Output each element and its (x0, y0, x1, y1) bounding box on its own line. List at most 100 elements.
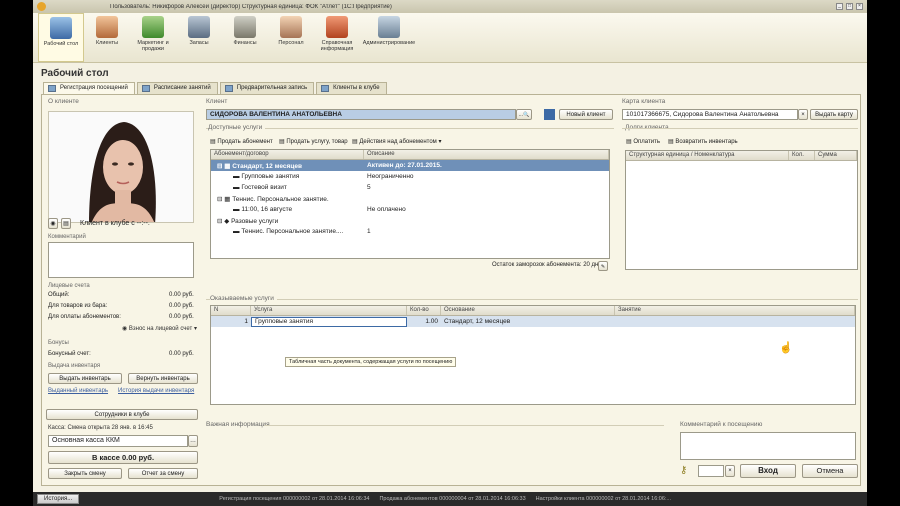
inventory-title: Выдача инвентаря (48, 363, 101, 369)
col-service: Услуга (251, 306, 407, 315)
col-sum: Сумма (815, 151, 857, 160)
rendered-frame (206, 299, 858, 300)
issue-card-button[interactable]: Выдать карту (810, 109, 858, 120)
table-row[interactable]: ⊟ ◆ Разовые услуги (211, 215, 609, 226)
inventory-history-link[interactable]: История выдачи инвентаря (118, 388, 194, 394)
freeze-button[interactable]: ✎ (598, 261, 608, 271)
return-inventory-button[interactable]: Вернуть инвентарь (128, 373, 198, 384)
issue-inventory-button[interactable]: Выдать инвентарь (48, 373, 122, 384)
staff-in-club-button[interactable]: Сотрудники в клубе (46, 409, 198, 420)
ribbon-staff[interactable]: Персонал (268, 13, 314, 62)
issued-inventory-link[interactable]: Выданный инвентарь (48, 388, 108, 394)
tab-booking[interactable]: Предварительная запись (219, 82, 315, 94)
card-clear-button[interactable]: × (798, 109, 808, 120)
subscription-actions-button[interactable]: ▤ Действия над абонементом ▾ (352, 138, 441, 145)
account-general-label: Общий: (48, 292, 70, 298)
client-photo (48, 111, 194, 223)
shift-report-button[interactable]: Отчет за смену (128, 468, 198, 479)
ribbon-desktop[interactable]: Рабочий стол (38, 13, 84, 62)
ribbon-label: Маркетинг и продажи (137, 40, 169, 52)
card-code-field[interactable] (698, 465, 724, 477)
row-name: Стандарт, 12 месяцев (232, 162, 302, 170)
row-name: 11:00, 16 августе (241, 206, 293, 213)
pay-debt-label: Оплатить (633, 139, 660, 145)
cash-select-button[interactable]: … (188, 435, 198, 447)
enter-button[interactable]: Вход (740, 464, 796, 478)
deposit-button[interactable]: ◉ Взнос на лицевой счет ▾ (122, 325, 197, 332)
visit-comment-field[interactable] (680, 432, 856, 460)
table-row[interactable]: ▬ 11:00, 16 августе Не оплачено (211, 204, 609, 215)
cell-n: 1 (244, 318, 248, 325)
ribbon-finance[interactable]: Финансы (222, 13, 268, 62)
cancel-button[interactable]: Отмена (802, 464, 858, 478)
about-client-title: О клиенте (48, 98, 79, 105)
cash-register-field[interactable]: Основная касса ККМ (48, 435, 188, 447)
client-photo-image (49, 112, 193, 222)
cell-qty: 1.00 (425, 318, 438, 325)
cell-service[interactable]: Групповые занятия (251, 316, 407, 327)
ribbon-label: Рабочий стол (43, 41, 79, 47)
accounts-title: Лицевые счета (48, 283, 90, 289)
ribbon-reference[interactable]: Справочная информация (314, 13, 360, 62)
tab-clients-in-club[interactable]: Клиенты в клубе (316, 82, 387, 94)
close-shift-button[interactable]: Закрыть смену (48, 468, 122, 479)
app-window: Пользователь: Никифоров Алексей (директо… (33, 0, 867, 506)
status-bar: История... Регистрация посещения 0000000… (33, 492, 867, 506)
history-button[interactable]: История... (37, 494, 80, 504)
photo-file-button[interactable]: ▤ (61, 218, 71, 229)
cash-title: Касса: Смена открыта 28 янв. в 16:45 (48, 425, 153, 431)
subscription-actions-label: Действия над абонементом (359, 139, 437, 145)
cell-basis: Стандарт, 12 месяцев (444, 318, 511, 325)
pay-debt-button[interactable]: ▤ Оплатить (626, 138, 660, 145)
ribbon-admin[interactable]: Администрирование (360, 13, 418, 62)
history-entry[interactable]: Регистрация посещения 000000002 от 28.01… (219, 496, 369, 502)
history-entry[interactable]: Настройки клиента 000000002 от 28.01.201… (536, 496, 671, 502)
row-desc: Активен до: 27.01.2015. (367, 162, 442, 169)
sell-service-button[interactable]: ▤ Продать услугу, товар (279, 138, 348, 145)
ribbon-marketing[interactable]: Маркетинг и продажи (130, 13, 176, 62)
rendered-services-table[interactable]: N Услуга Кол-во Основание Занятие 1 Груп… (210, 305, 856, 405)
debts-frame (622, 128, 858, 129)
col-unit: Структурная единица / Номенклатура (626, 151, 789, 160)
freeze-remaining: Остаток заморозок абонемента: 20 дн. (492, 262, 601, 268)
comment-field[interactable] (48, 242, 194, 278)
card-input[interactable]: 101017366675, Сидорова Валентина Анатоль… (622, 109, 798, 120)
ribbon-label: Запасы (189, 40, 209, 46)
table-row[interactable]: ▬ Теннис. Персональное занятие.... 1 (211, 226, 609, 237)
minimize-icon[interactable]: _ (836, 3, 843, 10)
table-row[interactable]: ▬ Групповые занятия Неограниченно (211, 171, 609, 182)
mouse-cursor-icon: ☝ (779, 342, 793, 354)
table-row[interactable]: ⊟ ▦ Стандарт, 12 месяцев Активен до: 27.0… (211, 160, 609, 171)
maximize-icon[interactable]: □ (846, 3, 853, 10)
clients-icon (96, 16, 118, 38)
tab-label: Расписание занятий (153, 85, 211, 91)
camera-button[interactable]: ◉ (48, 218, 58, 229)
services-table[interactable]: Абонемент/договор Описание ⊟ ▦ Стандарт,… (210, 149, 610, 259)
tab-registration[interactable]: Регистрация посещений (43, 82, 135, 94)
in-club-status: Клиент в клубе с --:--. (80, 220, 150, 227)
col-lesson: Занятие (615, 306, 855, 315)
return-inventory-debt-button[interactable]: ▤ Возвратить инвентарь (668, 138, 738, 145)
table-row[interactable]: ⊟ ▦ Теннис. Персональное занятие. (211, 193, 609, 204)
history-entry[interactable]: Продажа абонементов 000000004 от 28.01.2… (379, 496, 525, 502)
sell-subscription-button[interactable]: ▤ Продать абонемент (210, 138, 273, 145)
tab-schedule[interactable]: Расписание занятий (136, 82, 218, 94)
new-client-button[interactable]: Новый клиент (559, 109, 613, 120)
table-row[interactable]: ▬ Гостевой визит 5 (211, 182, 609, 193)
tab-label: Регистрация посещений (60, 85, 128, 91)
close-icon[interactable]: × (856, 3, 863, 10)
client-input[interactable]: СИДОРОВА ВАЛЕНТИНА АНАТОЛЬЕВНА (206, 109, 516, 120)
bonus-label: Бонусный счет: (48, 351, 91, 357)
visit-comment-title: Комментарий к посещению (680, 421, 763, 428)
row-name: Разовые услуги (231, 217, 279, 225)
ribbon-clients[interactable]: Клиенты (84, 13, 130, 62)
debts-table[interactable]: Структурная единица / Номенклатура Кол. … (625, 150, 858, 270)
col-qty: Кол-во (407, 306, 441, 315)
table-row[interactable]: 1 Групповые занятия 1.00 Стандарт, 12 ме… (211, 316, 855, 327)
client-search-button[interactable]: …🔍 (516, 109, 532, 120)
card-code-clear[interactable]: × (725, 465, 735, 477)
row-name: Групповые занятия (241, 173, 300, 180)
marketing-icon (142, 16, 164, 38)
ribbon-stock[interactable]: Запасы (176, 13, 222, 62)
title-bar: Пользователь: Никифоров Алексей (директо… (33, 0, 867, 13)
